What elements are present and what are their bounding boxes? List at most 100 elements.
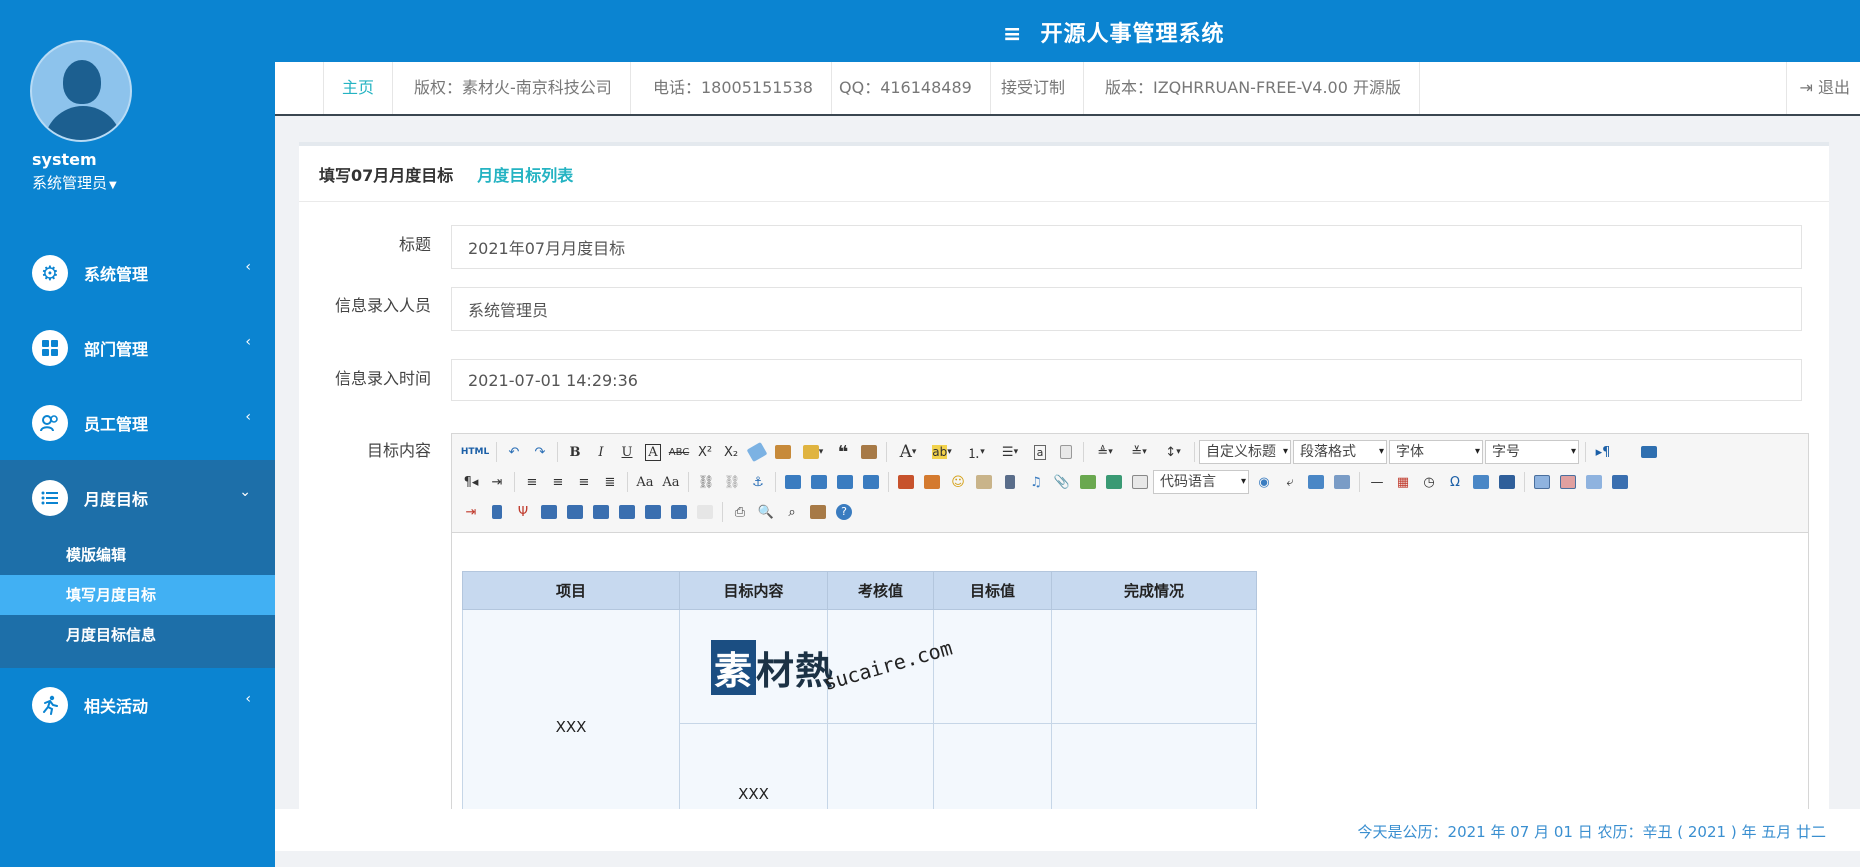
- font-family-select[interactable]: 字体 ▾: [1389, 440, 1483, 464]
- submenu-template-edit[interactable]: 模版编辑: [0, 535, 275, 575]
- ordered-list-icon[interactable]: ⒈ ▾: [959, 439, 993, 465]
- insert-paragraph-before-table-icon[interactable]: [1581, 469, 1607, 495]
- wordimage-icon[interactable]: [1468, 469, 1494, 495]
- clear-doc-icon[interactable]: [1053, 439, 1079, 465]
- entry-time-input[interactable]: [451, 359, 1802, 401]
- table-cell-content[interactable]: XXX: [679, 723, 828, 816]
- submenu-monthly-goal-info[interactable]: 月度目标信息: [0, 615, 275, 655]
- sidebar-item-activities[interactable]: 相关活动 ‹: [0, 667, 275, 742]
- html-source-icon[interactable]: HTML: [458, 439, 492, 465]
- search-replace-icon[interactable]: [1494, 469, 1520, 495]
- paste-text-icon[interactable]: [856, 439, 882, 465]
- custom-title-select[interactable]: 自定义标题 ▾: [1199, 440, 1291, 464]
- delete-row-icon[interactable]: ⇥: [458, 499, 484, 525]
- blockquote-icon[interactable]: ❝: [830, 439, 856, 465]
- image-left-icon[interactable]: [806, 469, 832, 495]
- page-break-icon[interactable]: ⤶: [1277, 469, 1303, 495]
- date-icon[interactable]: ▦: [1390, 469, 1416, 495]
- ltr-direction-icon[interactable]: ▸¶: [1590, 439, 1616, 465]
- rtl-direction-icon[interactable]: ¶◂: [458, 469, 484, 495]
- insert-table-icon[interactable]: [1529, 469, 1555, 495]
- table-cell[interactable]: [1051, 609, 1257, 724]
- merge-right-icon[interactable]: [562, 499, 588, 525]
- delete-col-icon[interactable]: Ψ: [510, 499, 536, 525]
- table-cell[interactable]: [827, 723, 934, 816]
- eraser-icon[interactable]: [744, 439, 770, 465]
- table-cell-project[interactable]: XXX: [462, 609, 680, 816]
- align-left-icon[interactable]: ≡: [519, 469, 545, 495]
- insert-frame-icon[interactable]: [1127, 469, 1153, 495]
- format-brush-icon[interactable]: [770, 439, 796, 465]
- delete-table-icon[interactable]: [1555, 469, 1581, 495]
- image-center-icon[interactable]: [858, 469, 884, 495]
- row-spacing-bottom-icon[interactable]: ≚ ▾: [1122, 439, 1156, 465]
- anchor-icon[interactable]: ⚓: [745, 469, 771, 495]
- sidebar-item-employee[interactable]: 员工管理 ‹: [0, 385, 275, 460]
- link-icon[interactable]: ⛓: [693, 469, 719, 495]
- print-icon[interactable]: ⎙: [727, 499, 753, 525]
- font-border-icon[interactable]: A: [640, 439, 666, 465]
- image-right-icon[interactable]: [832, 469, 858, 495]
- help-icon[interactable]: ?: [831, 499, 857, 525]
- image-none-icon[interactable]: [780, 469, 806, 495]
- table-cell[interactable]: [933, 723, 1052, 816]
- undo-icon[interactable]: ↶: [501, 439, 527, 465]
- insert-video-icon[interactable]: [997, 469, 1023, 495]
- horizontal-rule-icon[interactable]: —: [1364, 469, 1390, 495]
- music-icon[interactable]: ♫: [1023, 469, 1049, 495]
- strikethrough-icon[interactable]: ABC: [666, 439, 692, 465]
- merge-down-icon[interactable]: [588, 499, 614, 525]
- select-all-icon[interactable]: a: [1027, 439, 1053, 465]
- rich-text-editor[interactable]: HTML ↶ ↷ B I U A ABC X² X₂ ▾ ❝ A▾ ab▾: [451, 433, 1809, 816]
- insert-col-icon[interactable]: [484, 499, 510, 525]
- align-right-icon[interactable]: ≡: [571, 469, 597, 495]
- subscript-icon[interactable]: X₂: [718, 439, 744, 465]
- draft-icon[interactable]: [805, 499, 831, 525]
- unordered-list-icon[interactable]: ☰ ▾: [993, 439, 1027, 465]
- font-color-icon[interactable]: A ▾: [891, 439, 925, 465]
- code-language-select[interactable]: 代码语言 ▾: [1153, 470, 1249, 494]
- italic-icon[interactable]: I: [588, 439, 614, 465]
- row-spacing-top-icon[interactable]: ≜ ▾: [1088, 439, 1122, 465]
- fullscreen-icon[interactable]: [1636, 439, 1662, 465]
- title-input[interactable]: [451, 225, 1802, 269]
- sidebar-item-system[interactable]: ⚙ 系统管理 ‹: [0, 235, 275, 310]
- line-height-icon[interactable]: ↕ ▾: [1156, 439, 1190, 465]
- nav-home-link[interactable]: 主页: [323, 62, 394, 114]
- time-icon[interactable]: ◷: [1416, 469, 1442, 495]
- chart-icon[interactable]: [692, 499, 718, 525]
- sidebar-item-department[interactable]: 部门管理 ‹: [0, 310, 275, 385]
- web-app-icon[interactable]: ◉: [1251, 469, 1277, 495]
- paragraph-format-select[interactable]: 段落格式 ▾: [1293, 440, 1387, 464]
- superscript-icon[interactable]: X²: [692, 439, 718, 465]
- underline-icon[interactable]: U: [614, 439, 640, 465]
- goal-table[interactable]: 项目 目标内容 考核值 目标值 完成情况 XXX XXX: [462, 571, 1257, 816]
- unlink-icon[interactable]: ⛓: [719, 469, 745, 495]
- hamburger-menu-icon[interactable]: ≡: [1003, 22, 1022, 47]
- background-color-icon[interactable]: ab ▾: [925, 439, 959, 465]
- auto-format-icon[interactable]: ▾: [796, 439, 830, 465]
- table-cell[interactable]: [933, 609, 1052, 724]
- submenu-fill-monthly-goal[interactable]: 填写月度目标: [0, 575, 275, 615]
- entrant-input[interactable]: [451, 287, 1802, 331]
- sidebar-item-monthly-goal[interactable]: 月度目标 ⌄: [0, 460, 275, 535]
- merge-cells-icon[interactable]: [536, 499, 562, 525]
- insert-image-icon[interactable]: [919, 469, 945, 495]
- emotion-icon[interactable]: ☺: [945, 469, 971, 495]
- bold-icon[interactable]: B: [562, 439, 588, 465]
- simple-upload-icon[interactable]: [893, 469, 919, 495]
- special-chars-icon[interactable]: Ω: [1442, 469, 1468, 495]
- split-to-cells-icon[interactable]: [614, 499, 640, 525]
- logout-button[interactable]: ⇥ 退出: [1786, 62, 1860, 114]
- scrawl-icon[interactable]: [971, 469, 997, 495]
- user-role-dropdown[interactable]: 系统管理员 ▼: [32, 172, 117, 193]
- table-cell[interactable]: [1051, 723, 1257, 816]
- monthly-goal-list-link[interactable]: 月度目标列表: [477, 162, 573, 186]
- background-icon[interactable]: [1329, 469, 1355, 495]
- redo-icon[interactable]: ↷: [527, 439, 553, 465]
- split-to-rows-icon[interactable]: [640, 499, 666, 525]
- attachment-icon[interactable]: 📎: [1049, 469, 1075, 495]
- gmap-icon[interactable]: [1101, 469, 1127, 495]
- uppercase-icon[interactable]: Aa: [632, 469, 658, 495]
- split-to-cols-icon[interactable]: [666, 499, 692, 525]
